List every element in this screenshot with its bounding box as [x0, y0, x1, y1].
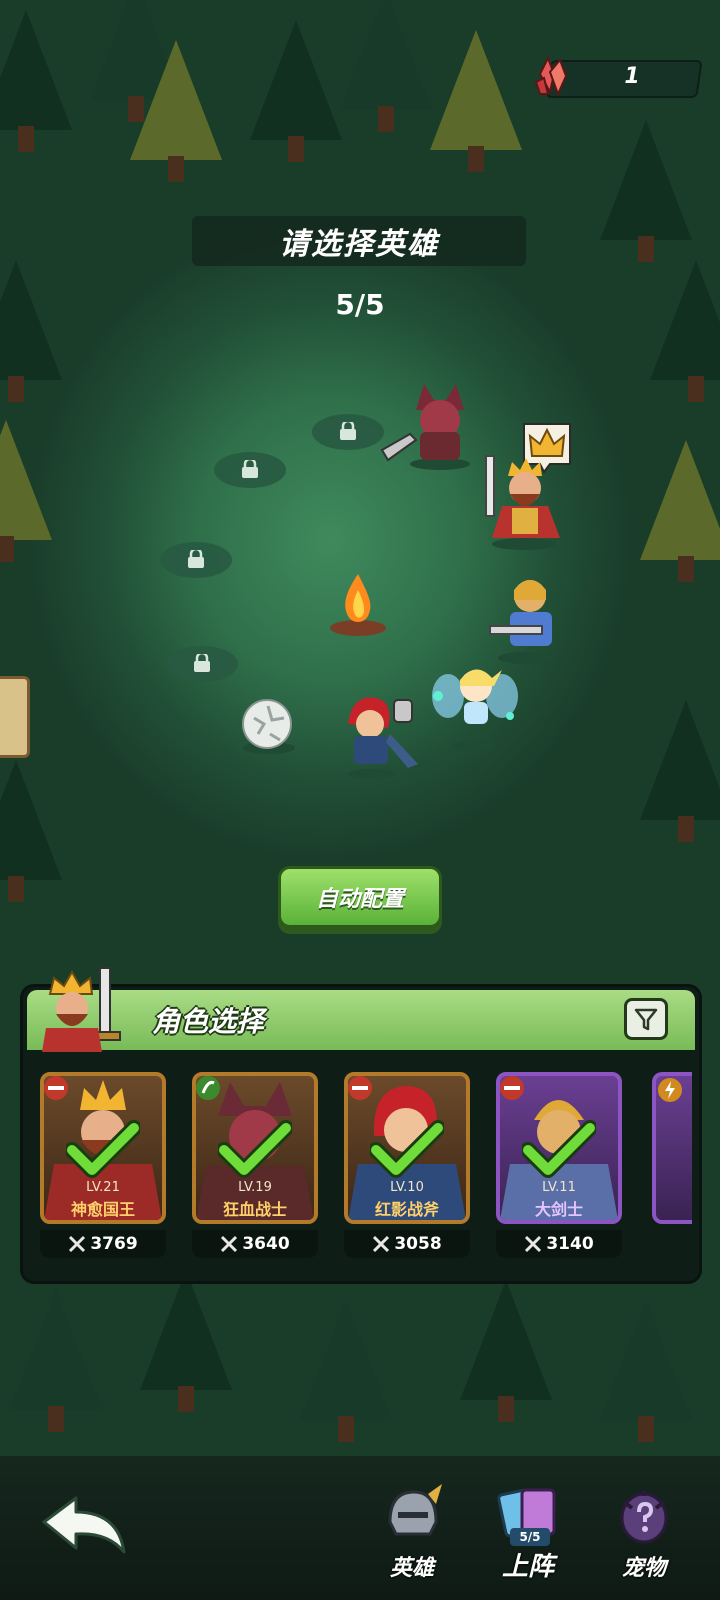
locked-slot[interactable]: [312, 414, 384, 450]
nav-heroes[interactable]: 英雄: [362, 1480, 462, 1590]
locked-slot[interactable]: [166, 646, 238, 682]
hero-power: 3058: [344, 1230, 470, 1258]
hero-level: LV.11: [542, 1180, 576, 1195]
auto-config-button[interactable]: 自动配置: [278, 866, 442, 928]
back-arrow-icon[interactable]: [38, 1492, 130, 1562]
hero-card-frame: LV.19 狂血战士: [192, 1072, 318, 1224]
tree: [0, 420, 52, 562]
check-icon: [66, 1120, 140, 1178]
currency-value: 1: [624, 64, 640, 89]
strength-icon: [348, 1076, 372, 1100]
tree: [600, 120, 692, 262]
crystal-icon: [534, 55, 568, 97]
tree: [140, 1270, 232, 1412]
hero-card-frame: LV.21 神愈国王: [40, 1072, 166, 1224]
lock-icon: [340, 422, 356, 440]
nav-label: 上阵: [501, 1552, 554, 1582]
filter-button[interactable]: [624, 998, 668, 1040]
deploy-count-badge: 5/5: [510, 1528, 550, 1546]
tree: [460, 1280, 552, 1422]
hero-name: 神愈国王: [70, 1200, 135, 1219]
hero-level: LV.19: [238, 1180, 272, 1195]
strength-icon: [44, 1076, 68, 1100]
hero-name: 红影战斧: [374, 1200, 439, 1219]
tree: [0, 760, 62, 902]
nav-deploy[interactable]: 5/5 上阵: [478, 1480, 578, 1590]
hero-great-swordsman[interactable]: [486, 570, 566, 666]
tree: [430, 30, 522, 172]
hero-level: LV.10: [390, 1180, 424, 1195]
hero-power-value: 3640: [242, 1234, 290, 1254]
hero-red-axe[interactable]: [332, 694, 422, 782]
tree: [300, 1300, 392, 1442]
lightning-icon: [658, 1078, 682, 1102]
tree: [640, 700, 720, 842]
hero-card-frame: LV.10 红影战斧: [344, 1072, 470, 1224]
hero-card[interactable]: LV.19 狂血战士 3640: [192, 1072, 318, 1258]
tree: [130, 40, 222, 182]
check-icon: [370, 1120, 444, 1178]
crossed-swords-icon: [525, 1235, 542, 1253]
nav-label: 宠物: [621, 1556, 666, 1581]
hero-king[interactable]: [468, 452, 576, 552]
hero-power: 3640: [192, 1230, 318, 1258]
campfire-icon: [330, 574, 386, 636]
crossed-swords-icon: [221, 1235, 238, 1253]
check-icon: [522, 1120, 596, 1178]
hero-power-value: 3769: [90, 1234, 138, 1254]
hero-card-frame: LV.11 大剑士: [496, 1072, 622, 1224]
check-icon: [218, 1120, 292, 1178]
hero-card[interactable]: LV.11 大剑士 3140: [496, 1072, 622, 1258]
king-emblem-icon: [42, 967, 121, 1052]
tree: [250, 20, 342, 162]
lock-icon: [242, 460, 258, 478]
hero-power: 3140: [496, 1230, 622, 1258]
hero-card[interactable]: LV.10 红影战斧 3058: [344, 1072, 470, 1258]
filter-icon: [634, 1008, 658, 1031]
nav-pets[interactable]: 宠物: [594, 1480, 694, 1590]
agility-icon: [196, 1076, 220, 1100]
hero-power-value: 3140: [546, 1234, 594, 1254]
tree: [640, 440, 720, 582]
locked-slot[interactable]: [214, 452, 286, 488]
helmet-icon: [388, 1484, 442, 1536]
crossed-swords-icon: [373, 1235, 390, 1253]
tree: [600, 1300, 692, 1442]
tree: [10, 1290, 102, 1432]
panel-title: 角色选择: [152, 1005, 265, 1038]
hero-power-value: 3058: [394, 1234, 442, 1254]
locked-slot[interactable]: [160, 542, 232, 578]
lock-icon: [188, 550, 204, 568]
pet-egg-icon: [620, 1490, 668, 1544]
tree: [340, 0, 432, 132]
hero-card[interactable]: LV.21 神愈国王 3769: [40, 1072, 166, 1258]
hero-level: LV.21: [86, 1180, 120, 1195]
spirit-orb[interactable]: [238, 694, 300, 756]
strength-icon: [500, 1076, 524, 1100]
side-panel-tab[interactable]: [0, 676, 30, 758]
crossed-swords-icon: [69, 1235, 86, 1253]
lock-icon: [194, 654, 210, 672]
nav-label: 英雄: [389, 1556, 434, 1581]
tree: [0, 10, 72, 152]
hero-name: 狂血战士: [222, 1200, 287, 1219]
page-title: 请选择英雄: [192, 216, 526, 266]
selected-count: 5/5: [335, 288, 385, 321]
tree: [650, 260, 720, 402]
hero-power: 3769: [40, 1230, 166, 1258]
hero-card-partial[interactable]: [652, 1072, 692, 1224]
hero-fairy[interactable]: [430, 656, 520, 754]
hero-name: 大剑士: [534, 1200, 583, 1219]
tree: [0, 260, 62, 402]
